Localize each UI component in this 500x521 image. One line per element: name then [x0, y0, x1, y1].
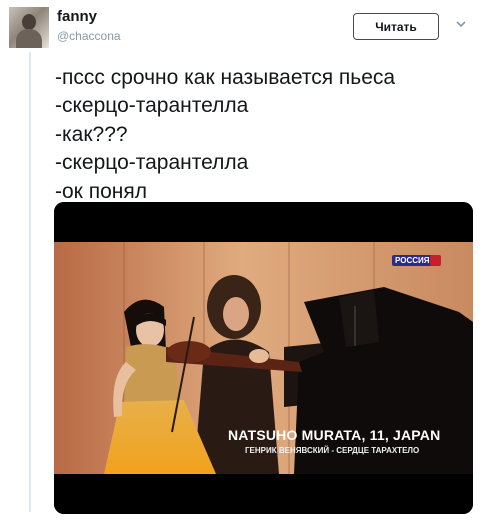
avatar-head: [22, 14, 36, 30]
avatar-body: [16, 29, 42, 48]
tweet-line: -пссс срочно как называется пьеса: [55, 66, 396, 89]
follow-button[interactable]: Читать: [353, 13, 439, 40]
channel-logo-mark: [430, 255, 441, 266]
tweet-line: -как???: [55, 122, 128, 146]
video-frame: [54, 202, 473, 514]
channel-logo: РОССИЯ: [392, 255, 433, 266]
tweet-line: -скерцо-тарантелла: [55, 151, 249, 175]
tweet-line: -скерцо-тарантелла: [55, 94, 249, 118]
video-caption-piece: ГЕНРИК ВЕНЯВСКИЙ - СЕРДЦЕ ТАРАХТЕЛО: [245, 446, 420, 455]
thread-line: [29, 52, 31, 512]
tweet-text: -пссс срочно как называется пьеса -скерц…: [55, 64, 395, 206]
user-handle[interactable]: @chaccona: [57, 29, 121, 43]
video-caption-performer: NATSUHO MURATA, 11, JAPAN: [228, 427, 441, 443]
display-name[interactable]: fanny: [57, 8, 97, 25]
video-thumbnail[interactable]: РОССИЯ NATSUHO MURATA, 11, JAPAN ГЕНРИК …: [54, 202, 473, 514]
avatar[interactable]: [9, 7, 49, 48]
chevron-down-icon[interactable]: [455, 18, 467, 30]
